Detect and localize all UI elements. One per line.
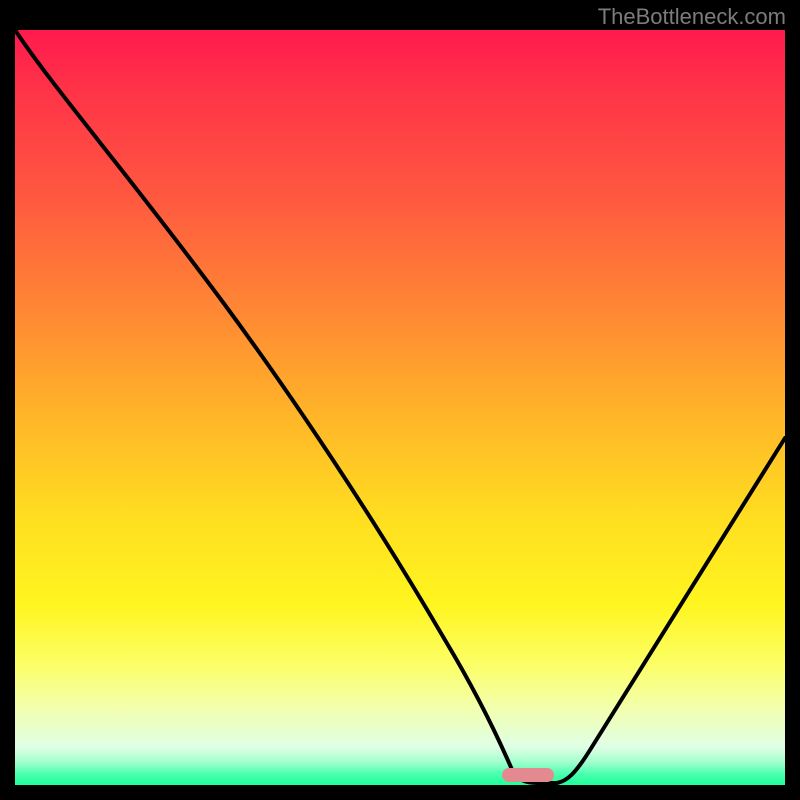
curve-path	[15, 30, 785, 783]
chart-frame: TheBottleneck.com	[0, 0, 800, 800]
watermark-text: TheBottleneck.com	[598, 4, 786, 30]
optimal-marker-pill	[502, 768, 554, 782]
plot-area	[15, 30, 785, 785]
bottleneck-curve	[15, 30, 785, 785]
